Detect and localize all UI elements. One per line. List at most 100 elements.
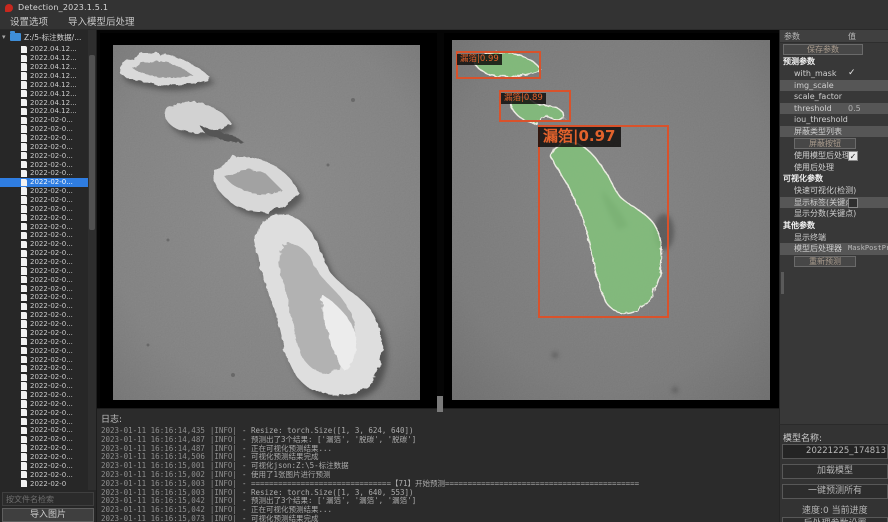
menu-item[interactable]: 导入模型后处理 — [58, 15, 145, 30]
file-item[interactable]: 2022-02-0... — [0, 311, 88, 320]
param-row[interactable]: threshold 0.5 — [780, 103, 888, 115]
file-item[interactable]: 2022-02-0... — [0, 275, 88, 284]
param-row[interactable]: 可视化参数 — [780, 173, 888, 185]
file-item[interactable]: 2022.04.12... — [0, 63, 88, 72]
file-item[interactable]: 2022-02-0... — [0, 187, 88, 196]
file-item[interactable]: 2022-02-0... — [0, 169, 88, 178]
file-item[interactable]: 2022-02-0... — [0, 426, 88, 435]
file-item[interactable]: 2022-02-0... — [0, 470, 88, 479]
param-value[interactable]: ✓ — [848, 151, 858, 161]
file-item[interactable]: 2022-02-0... — [0, 320, 88, 329]
file-item[interactable]: 2022-02-0... — [0, 160, 88, 169]
detection-box[interactable] — [538, 125, 669, 318]
file-item[interactable]: 2022-02-0... — [0, 222, 88, 231]
file-item[interactable]: 2022.04.12... — [0, 45, 88, 54]
param-row[interactable]: scale_factor — [780, 91, 888, 103]
file-item[interactable]: 2022-02-0... — [0, 178, 88, 187]
param-value[interactable]: MaskPostPro — [848, 243, 888, 255]
file-item[interactable]: 2022.04.12... — [0, 89, 88, 98]
param-button[interactable]: 屏蔽按钮 — [794, 138, 856, 149]
param-button[interactable]: 重新预测 — [794, 256, 856, 267]
param-value[interactable]: 0.5 — [848, 103, 861, 115]
file-item[interactable]: 2022-02-0... — [0, 204, 88, 213]
file-item[interactable]: 2022-02-0... — [0, 258, 88, 267]
file-item[interactable]: 2022-02-0... — [0, 391, 88, 400]
file-list-scrollbar[interactable] — [88, 30, 96, 490]
import-image-button[interactable]: 导入图片 — [2, 508, 94, 522]
file-item[interactable]: 2022-02-0... — [0, 373, 88, 382]
menu-bar: 设置选项 导入模型后处理 — [0, 15, 888, 30]
file-item[interactable]: 2022-02-0... — [0, 435, 88, 444]
param-row[interactable]: 使用后处理 — [780, 162, 888, 174]
model-name-field[interactable]: 20221225_174813 — [782, 444, 888, 459]
file-item[interactable]: 2022-02-0... — [0, 249, 88, 258]
file-item[interactable]: 2022-02-0... — [0, 364, 88, 373]
log-panel[interactable]: 日志: 2023-01-11 16:16:14,435|INFO|- Resiz… — [97, 408, 779, 522]
postprocess-settings-button[interactable]: 后处理参数设置 — [782, 517, 888, 522]
param-row[interactable]: 预测参数 — [780, 56, 888, 68]
param-row[interactable]: 屏蔽按钮 — [780, 137, 888, 150]
file-icon — [21, 329, 27, 336]
param-value[interactable]: ✓ — [848, 68, 856, 80]
file-item-label: 2022-02-0... — [30, 240, 73, 248]
file-item[interactable]: 2022-02-0... — [0, 284, 88, 293]
params-scrollbar-thumb[interactable] — [781, 272, 784, 294]
param-row[interactable]: 显示终端 — [780, 232, 888, 244]
file-item[interactable]: 2022-02-0... — [0, 444, 88, 453]
param-row[interactable]: 使用模型后处理 ✓ — [780, 150, 888, 162]
file-item[interactable]: 2022-02-0... — [0, 408, 88, 417]
param-row[interactable]: 其他参数 — [780, 220, 888, 232]
param-row[interactable]: iou_threshold — [780, 114, 888, 126]
param-row[interactable]: 显示分数(关键点) — [780, 208, 888, 220]
file-list-scrollbar-thumb[interactable] — [89, 55, 95, 230]
param-row[interactable]: 重新预测 — [780, 255, 888, 268]
file-item[interactable]: 2022-02-0... — [0, 134, 88, 143]
file-item[interactable]: 2022-02-0... — [0, 151, 88, 160]
file-item[interactable]: 2022-02-0... — [0, 240, 88, 249]
param-row[interactable]: 模型后处理器 MaskPostPro — [780, 243, 888, 255]
file-item[interactable]: 2022.04.12... — [0, 98, 88, 107]
param-row[interactable]: img_scale — [780, 80, 888, 92]
file-item[interactable]: 2022-02-0... — [0, 125, 88, 134]
file-item[interactable]: 2022-02-0... — [0, 461, 88, 470]
file-item[interactable]: 2022-02-0... — [0, 302, 88, 311]
file-item[interactable]: 2022-02-0... — [0, 382, 88, 391]
file-item[interactable]: 2022-02-0... — [0, 266, 88, 275]
predict-all-button[interactable]: 一键预测所有 — [782, 484, 888, 499]
menu-item[interactable]: 设置选项 — [0, 15, 58, 30]
tree-root-folder[interactable]: ▾ Z:/5-标注数据/... — [0, 30, 96, 44]
search-input[interactable] — [2, 492, 94, 506]
param-button[interactable]: 保存参数 — [783, 44, 863, 55]
file-item[interactable]: 2022.04.12... — [0, 54, 88, 63]
file-item[interactable]: 2022-02-0... — [0, 399, 88, 408]
file-item[interactable]: 2022-02-0... — [0, 116, 88, 125]
file-item[interactable]: 2022-02-0... — [0, 231, 88, 240]
prediction-image[interactable]: 漏箔|0.99 漏箔|0.89 漏箔|0.97 — [452, 40, 770, 400]
file-item[interactable]: 2022-02-0... — [0, 142, 88, 151]
original-image[interactable] — [113, 45, 420, 400]
file-item[interactable]: 2022-02-0... — [0, 346, 88, 355]
param-row[interactable]: 屏蔽类型列表 — [780, 126, 888, 138]
load-model-button[interactable]: 加载模型 — [782, 464, 888, 479]
tree-expand-arrow-icon[interactable]: ▾ — [2, 33, 10, 41]
file-item[interactable]: 2022.04.12... — [0, 72, 88, 81]
file-item[interactable]: 2022-02-0... — [0, 453, 88, 462]
file-item[interactable]: 2022-02-0... — [0, 329, 88, 338]
param-row[interactable]: 保存参数 — [780, 43, 888, 56]
file-item[interactable]: 2022-02-0... — [0, 417, 88, 426]
file-item[interactable]: 2022-02-0... — [0, 293, 88, 302]
file-item[interactable]: 2022-02-0... — [0, 355, 88, 364]
file-item[interactable]: 2022-02-0 — [0, 479, 88, 488]
param-row[interactable]: with_mask ✓ — [780, 68, 888, 80]
file-item[interactable]: 2022.04.12... — [0, 107, 88, 116]
file-item[interactable]: 2022-02-0... — [0, 196, 88, 205]
title-bar: Detection_2023.1.5.1 — [0, 0, 888, 15]
panel-splitter-handle[interactable] — [437, 396, 443, 412]
param-row[interactable]: 快速可视化(检测) — [780, 185, 888, 197]
param-value[interactable] — [848, 198, 858, 208]
file-item[interactable]: 2022-02-0... — [0, 337, 88, 346]
param-row[interactable]: 显示标签(关键点) — [780, 197, 888, 209]
log-message: - 可视化预测结果完成 — [242, 514, 319, 522]
file-item[interactable]: 2022-02-0... — [0, 213, 88, 222]
file-item[interactable]: 2022.04.12... — [0, 80, 88, 89]
